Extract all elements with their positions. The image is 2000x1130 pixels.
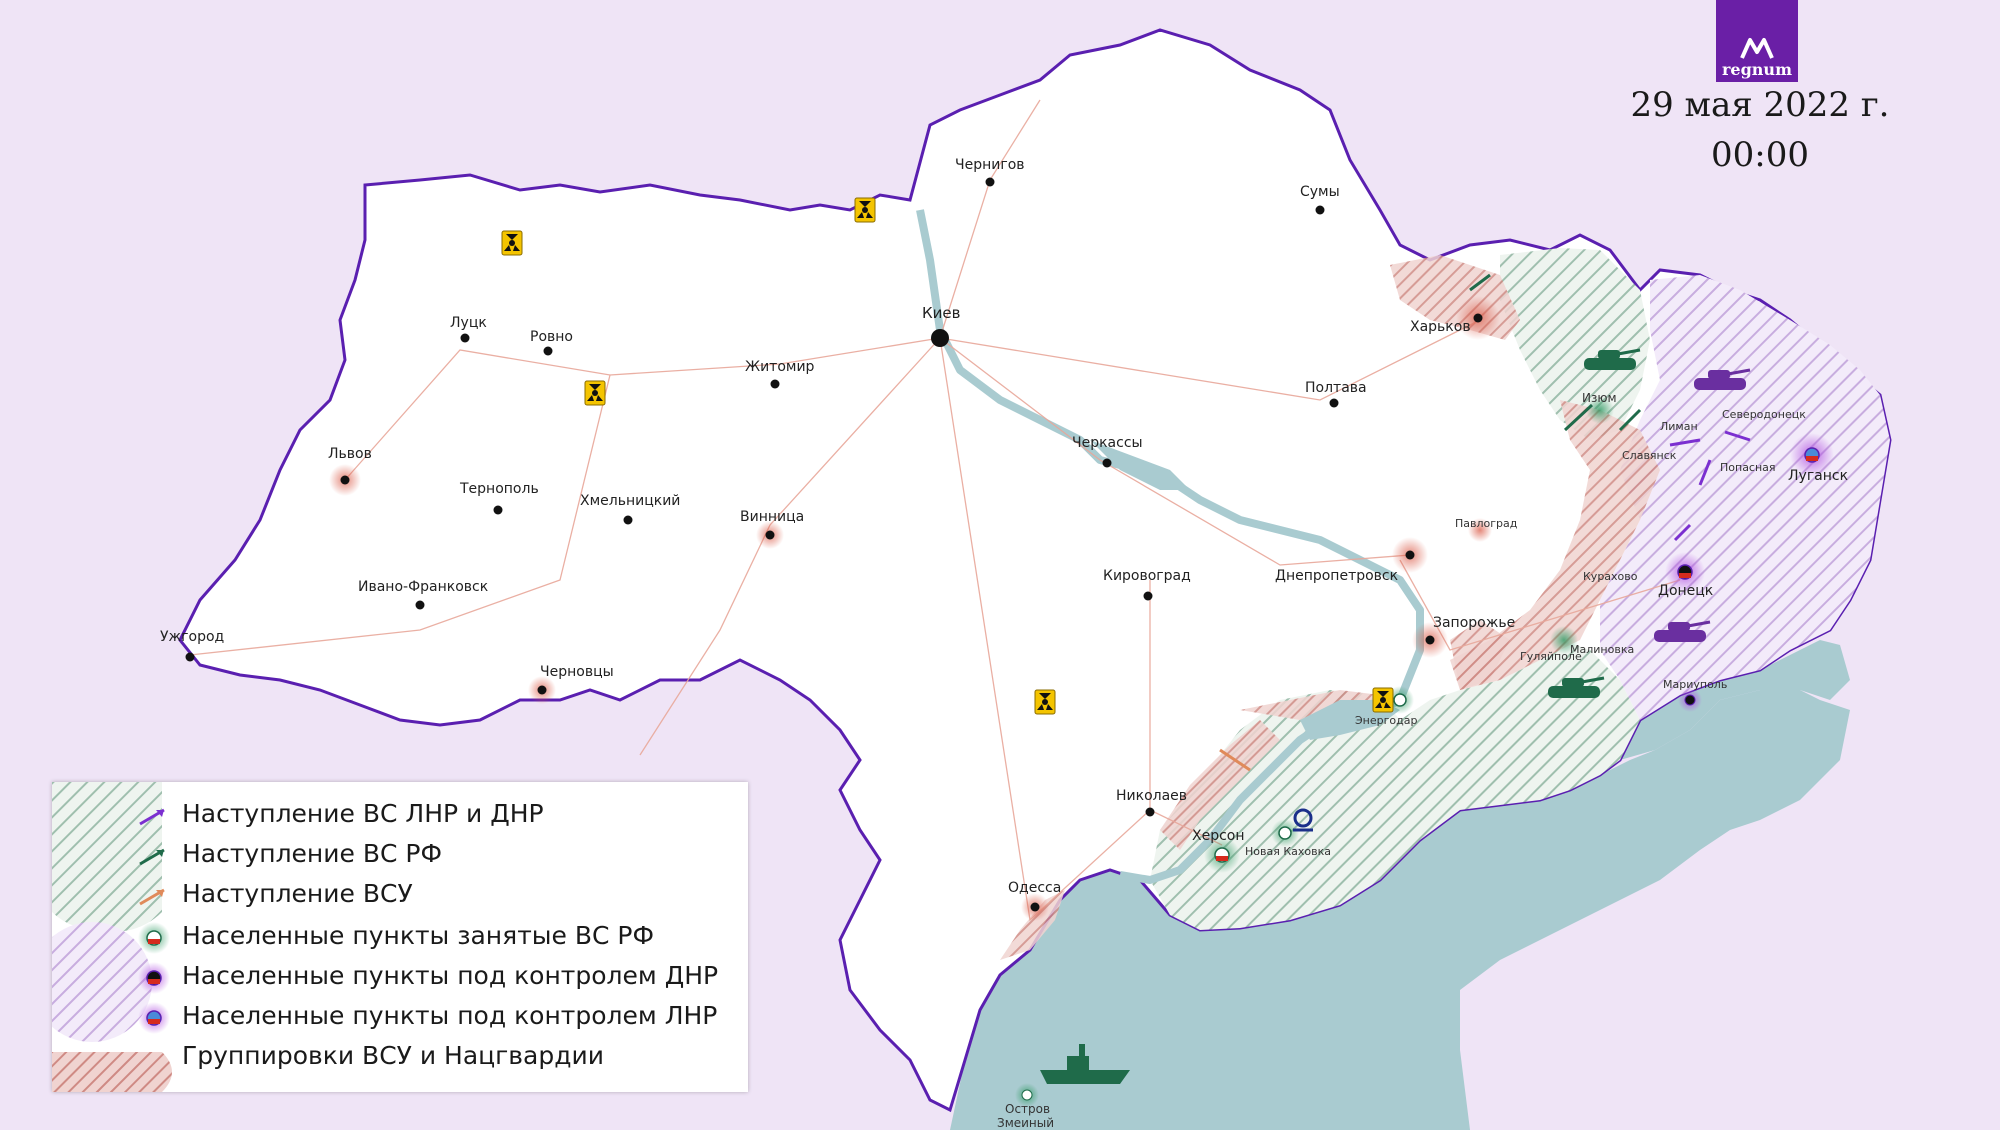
legend-rf-settlement-icon xyxy=(138,922,170,954)
legend-label-afu-offensive: Наступление ВСУ xyxy=(182,879,413,908)
legend-label-dnr-settlements: Населенные пункты под контролем ДНР xyxy=(182,961,719,990)
legend-dnr-settlement-icon xyxy=(138,962,170,994)
city-dot-kharkov[interactable] xyxy=(1473,313,1483,323)
nuclear-icon[interactable] xyxy=(584,380,606,406)
city-label-lvov: Львов xyxy=(328,446,372,462)
city-label-zhitomir: Житомир xyxy=(745,359,815,375)
legend-lnr-settlement-icon xyxy=(138,1002,170,1034)
city-label-kherson: Херсон xyxy=(1192,828,1245,844)
city-label-malinovka: Малиновка xyxy=(1570,643,1634,656)
date-block: 29 мая 2022 г. 00:00 xyxy=(1600,80,1920,180)
dnr-flag-stripe-donetsk xyxy=(1679,573,1691,578)
city-dot-dnepropetrovsk[interactable] xyxy=(1405,550,1415,560)
city-label-poltava: Полтава xyxy=(1305,380,1367,396)
legend-arrow-afu-icon xyxy=(139,888,165,906)
legend-label-afu-groups: Группировки ВСУ и Нацгвардии xyxy=(182,1041,604,1070)
city-label-sumy: Сумы xyxy=(1300,184,1340,200)
city-label-lutsk: Луцк xyxy=(450,315,487,331)
city-label-energodar: Энергодар xyxy=(1355,714,1417,727)
logo-text: regnum xyxy=(1722,60,1792,79)
legend-label-rf-settlements: Населенные пункты занятые ВС РФ xyxy=(182,921,654,950)
city-label-chernovtsy: Черновцы xyxy=(540,664,614,680)
city-dot-khmelnitsky[interactable] xyxy=(623,515,633,525)
city-dot-kirovograd[interactable] xyxy=(1143,591,1153,601)
city-dot-rovno[interactable] xyxy=(543,346,553,356)
city-dot-ivano-frankovsk[interactable] xyxy=(415,600,425,610)
legend-label-lnr-dnr-offensive: Наступление ВС ЛНР и ДНР xyxy=(182,799,544,828)
city-label-kharkov: Харьков xyxy=(1410,319,1471,335)
city-dot-lvov[interactable] xyxy=(340,475,350,485)
city-dot-zhitomir[interactable] xyxy=(770,379,780,389)
city-dot-sumy[interactable] xyxy=(1315,205,1325,215)
city-label-novaya-kakhovka: Новая Каховка xyxy=(1245,845,1331,858)
legend-arrow-rf-icon xyxy=(139,848,165,866)
map-stage: Киев Чернигов Сумы Харьков Полтава Луцк … xyxy=(0,0,2000,1130)
city-dot-vinnitsa[interactable] xyxy=(765,530,775,540)
city-dot-poltava[interactable] xyxy=(1329,398,1339,408)
city-label-liman: Лиман xyxy=(1660,420,1698,433)
russian-flag-energodar[interactable] xyxy=(1393,693,1407,707)
city-label-nikolaev: Николаев xyxy=(1116,788,1187,804)
city-label-popasnaya: Попасная xyxy=(1720,461,1776,474)
city-label-mariupol: Мариуполь xyxy=(1663,678,1727,691)
city-dot-zaporozhye[interactable] xyxy=(1425,635,1435,645)
city-label-slavyansk: Славянск xyxy=(1622,449,1677,462)
nuclear-icon[interactable] xyxy=(854,197,876,223)
city-label-izyum: Изюм xyxy=(1582,391,1617,405)
city-label-kirovograd: Кировоград xyxy=(1103,568,1191,584)
city-label-dnepropetrovsk: Днепропетровск xyxy=(1275,568,1398,584)
city-label-ternopol: Тернополь xyxy=(459,481,539,497)
legend-arrow-lnr-dnr-icon xyxy=(139,808,165,826)
city-dot-uzhgorod[interactable] xyxy=(185,652,195,662)
logo-mark-icon xyxy=(1740,38,1774,59)
nuclear-icon[interactable] xyxy=(501,230,523,256)
russian-flag-novaya-kakhovka[interactable] xyxy=(1278,826,1292,840)
city-dot-ternopol[interactable] xyxy=(493,505,503,515)
russian-flag-stripe-kherson xyxy=(1216,856,1228,861)
city-dot-nikolaev[interactable] xyxy=(1145,807,1155,817)
legend-label-lnr-settlements: Населенные пункты под контролем ЛНР xyxy=(182,1001,718,1030)
nuclear-icon[interactable] xyxy=(1034,689,1056,715)
city-label-donetsk: Донецк xyxy=(1658,583,1713,599)
legend-panel: Наступление ВС ЛНР и ДНР Наступление ВС … xyxy=(52,782,748,1092)
regnum-logo[interactable]: regnum xyxy=(1716,0,1798,82)
city-label-vinnitsa: Винница xyxy=(740,509,804,525)
city-dot-cherkassy[interactable] xyxy=(1102,458,1112,468)
city-label-kurakhovo: Курахово xyxy=(1583,570,1638,583)
city-label-khmelnitsky: Хмельницкий xyxy=(580,493,680,509)
city-dot-kiev[interactable] xyxy=(931,329,949,347)
city-label-lugansk: Луганск xyxy=(1788,468,1848,484)
city-label-odessa: Одесса xyxy=(1008,880,1061,896)
city-label-zaporozhye: Запорожье xyxy=(1433,615,1515,631)
nuclear-icon[interactable] xyxy=(1372,687,1394,713)
time-text: 00:00 xyxy=(1711,135,1809,175)
legend-label-rf-offensive: Наступление ВС РФ xyxy=(182,839,442,868)
city-dot-lutsk[interactable] xyxy=(460,333,470,343)
date-text: 29 мая 2022 г. xyxy=(1630,85,1890,125)
city-label-ivano-frankovsk: Ивано-Франковск xyxy=(358,579,488,595)
city-dot-chernovtsy[interactable] xyxy=(537,685,547,695)
city-label-cherkassy: Черкассы xyxy=(1072,435,1143,451)
russian-flag-zmeiny[interactable] xyxy=(1021,1089,1033,1101)
city-label-kiev: Киев xyxy=(922,304,960,322)
city-label-uzhgorod: Ужгород xyxy=(160,629,224,645)
city-label-rovno: Ровно xyxy=(530,329,573,345)
city-label-zmeiny-1: Остров xyxy=(1005,1102,1050,1116)
lnr-flag-stripe-lugansk xyxy=(1806,456,1818,461)
dnr-flag-mariupol[interactable] xyxy=(1684,694,1696,706)
city-label-zmeiny-2: Змеиный xyxy=(997,1116,1054,1130)
city-dot-odessa[interactable] xyxy=(1030,902,1040,912)
city-dot-chernigov[interactable] xyxy=(985,177,995,187)
city-label-chernigov: Чернигов xyxy=(955,157,1025,173)
city-label-pavlograd: Павлоград xyxy=(1455,517,1518,530)
city-label-severodonetsk: Северодонецк xyxy=(1722,408,1806,421)
